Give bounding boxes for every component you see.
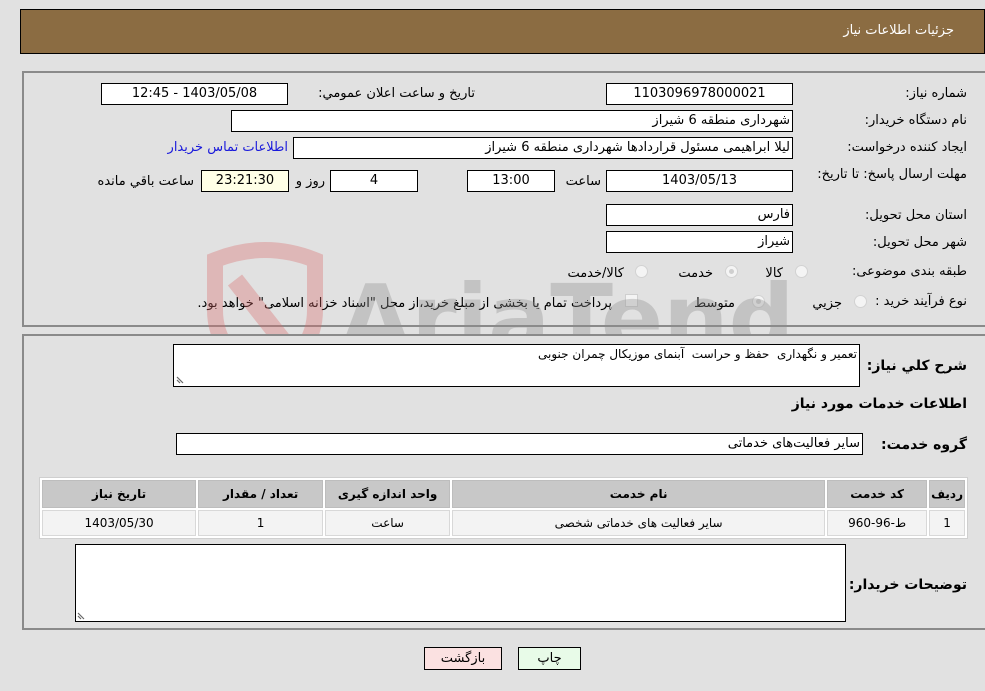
- need-number-field[interactable]: 1103096978000021: [606, 83, 793, 105]
- category-radio-goods[interactable]: [795, 265, 808, 278]
- col-service-name: نام خدمت: [452, 480, 826, 508]
- province-field[interactable]: فارس: [606, 204, 793, 226]
- resize-grip-icon[interactable]: [176, 374, 186, 384]
- category-radio-goods-service[interactable]: [635, 265, 648, 278]
- col-unit: واحد اندازه گيری: [325, 480, 451, 508]
- process-option-medium: متوسط: [694, 296, 735, 311]
- province-label: استان محل تحویل:: [865, 208, 967, 223]
- page-title: جزئیات اطلاعات نیاز: [843, 23, 954, 38]
- resize-grip-icon[interactable]: [77, 610, 87, 620]
- process-label: نوع فرآيند خريد :: [875, 294, 967, 309]
- service-group-field[interactable]: ساير فعاليت‌هاى خدماتى: [176, 433, 863, 455]
- need-number-label: شماره نیاز:: [905, 86, 967, 101]
- announce-label: تاریخ و ساعت اعلان عمومي:: [318, 86, 475, 101]
- table-row: 1 ط-96-960 ساير فعاليت هاى خدماتى شخصى س…: [42, 510, 965, 536]
- cell-row-number: 1: [929, 510, 965, 536]
- requester-field[interactable]: لیلا ابراهیمی مسئول قراردادها شهرداری من…: [293, 137, 793, 159]
- buyer-notes-label: توضيحات خريدار:: [848, 577, 967, 593]
- deadline-time-label: ساعت: [565, 174, 601, 189]
- deadline-label: مهلت ارسال پاسخ: تا تاریخ:: [817, 167, 967, 182]
- summary-textarea[interactable]: تعمیر و نگهداری حفظ و حراست آبنمای موزیک…: [173, 344, 860, 387]
- city-label: شهر محل تحویل:: [872, 235, 967, 250]
- remaining-time-label: ساعت باقي مانده: [97, 174, 194, 189]
- remaining-days-field[interactable]: 4: [330, 170, 418, 192]
- col-row-number: رديف: [929, 480, 965, 508]
- cell-service-name: ساير فعاليت هاى خدماتى شخصى: [452, 510, 826, 536]
- process-radio-minor[interactable]: [854, 295, 867, 308]
- process-radio-medium[interactable]: [752, 295, 765, 308]
- table-header-row: رديف کد خدمت نام خدمت واحد اندازه گيری ت…: [42, 480, 965, 508]
- services-section-title: اطلاعات خدمات مورد نياز: [791, 396, 967, 412]
- col-need-date: تاريخ نياز: [42, 480, 197, 508]
- category-label: طبقه بندی موضوعی:: [851, 264, 967, 279]
- deadline-time-field[interactable]: 13:00: [467, 170, 555, 192]
- city-field[interactable]: شیراز: [606, 231, 793, 253]
- category-option-goods-service: کالا/خدمت: [567, 266, 624, 281]
- buyer-org-label: نام دستگاه خريدار:: [864, 113, 967, 128]
- category-radio-service[interactable]: [725, 265, 738, 278]
- summary-label: شرح کلي نياز:: [866, 358, 967, 374]
- category-option-goods: کالا: [765, 266, 783, 281]
- treasury-note: پرداخت تمام يا بخشی از مبلغ خريد،از محل …: [197, 296, 612, 311]
- back-button[interactable]: بازگشت: [424, 647, 502, 670]
- col-service-code: کد خدمت: [827, 480, 928, 508]
- days-label: روز و: [295, 174, 325, 189]
- page-header: جزئیات اطلاعات نیاز: [20, 9, 985, 54]
- treasury-checkbox[interactable]: [625, 294, 638, 307]
- deadline-date-field[interactable]: 1403/05/13: [606, 170, 793, 192]
- remaining-time-field[interactable]: 23:21:30: [201, 170, 289, 192]
- cell-unit: ساعت: [325, 510, 451, 536]
- process-option-minor: جزيي: [812, 296, 842, 311]
- requester-label: ايجاد کننده درخواست:: [847, 140, 967, 155]
- cell-quantity: 1: [198, 510, 324, 536]
- buyer-contact-link[interactable]: اطلاعات تماس خريدار: [168, 140, 288, 155]
- cell-service-code: ط-96-960: [827, 510, 928, 536]
- buyer-notes-textarea[interactable]: [75, 544, 846, 622]
- print-button[interactable]: چاپ: [518, 647, 581, 670]
- announce-datetime-field[interactable]: 1403/05/08 - 12:45: [101, 83, 288, 105]
- service-group-label: گروه خدمت:: [881, 437, 967, 453]
- col-quantity: تعداد / مقدار: [198, 480, 324, 508]
- services-table: رديف کد خدمت نام خدمت واحد اندازه گيری ت…: [39, 477, 968, 539]
- category-option-service: خدمت: [678, 266, 713, 281]
- cell-need-date: 1403/05/30: [42, 510, 197, 536]
- buyer-org-field[interactable]: شهرداری منطقه 6 شیراز: [231, 110, 793, 132]
